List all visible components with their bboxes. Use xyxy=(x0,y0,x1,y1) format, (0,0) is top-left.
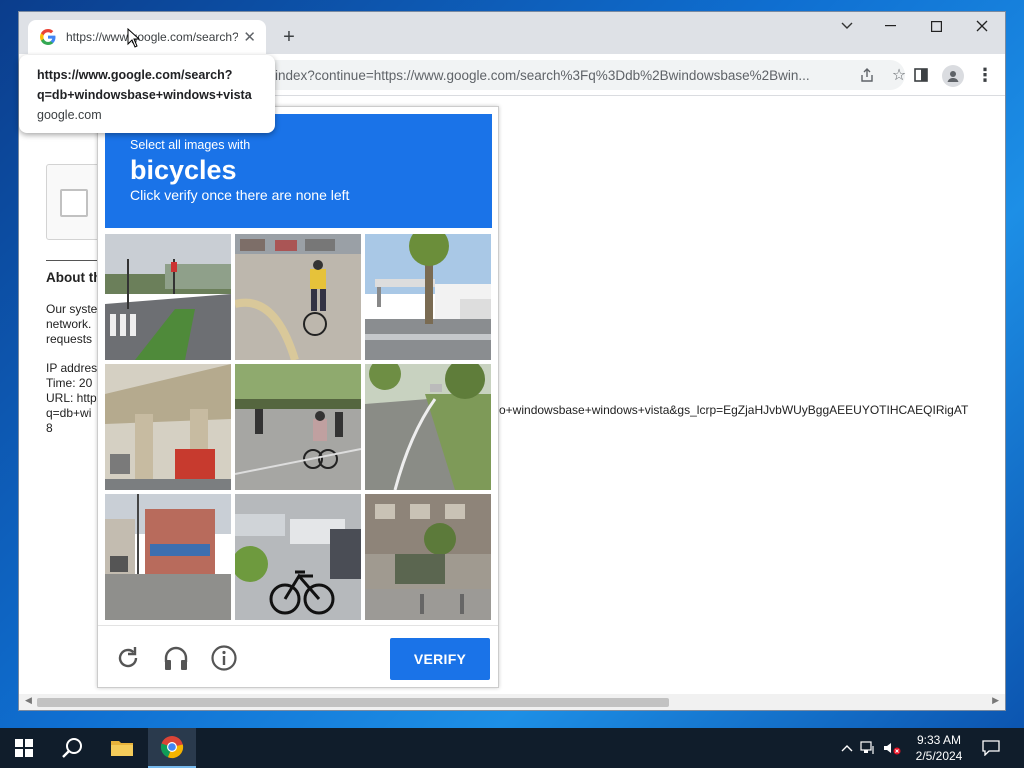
chrome-icon[interactable] xyxy=(148,728,196,768)
file-explorer-icon[interactable] xyxy=(98,728,146,768)
page-text-line: requests xyxy=(46,332,93,346)
divider xyxy=(46,260,104,261)
windows-start-icon[interactable] xyxy=(0,728,48,768)
scroll-right-icon[interactable]: ▶ xyxy=(992,695,999,706)
recaptcha-checkbox[interactable] xyxy=(60,189,88,217)
address-bar[interactable]: index?continue=https://www.google.com/se… xyxy=(219,60,906,90)
taskbar-clock[interactable]: 9:33 AM 2/5/2024 xyxy=(906,732,972,764)
headphones-icon[interactable] xyxy=(160,642,192,674)
reload-icon[interactable] xyxy=(112,642,144,674)
tab-search-icon[interactable] xyxy=(827,12,867,40)
network-icon[interactable] xyxy=(856,741,880,755)
share-icon[interactable] xyxy=(857,65,877,85)
mouse-cursor-icon xyxy=(127,27,141,53)
clock-time: 9:33 AM xyxy=(916,733,962,747)
bookmark-star-icon[interactable]: ☆ xyxy=(889,65,909,85)
page-text-line: Our syste xyxy=(46,302,98,316)
info-line: q=db+wi xyxy=(46,406,92,420)
volume-muted-icon[interactable] xyxy=(880,741,904,755)
captcha-footer: VERIFY xyxy=(98,625,498,689)
tooltip-url-line-1: https://www.google.com/search? xyxy=(37,68,233,82)
recaptcha-checkbox-widget xyxy=(46,164,104,240)
scroll-left-icon[interactable]: ◀ xyxy=(25,695,32,706)
title-bar: https://www.google.com/search?q=db+windo… xyxy=(19,12,1005,54)
captcha-tile-elevated-railway[interactable] xyxy=(105,364,231,490)
captcha-tile-building-with-trees[interactable] xyxy=(365,494,491,620)
minimize-button[interactable] xyxy=(867,12,913,40)
captcha-tile-parked-bicycle[interactable] xyxy=(235,494,361,620)
tooltip-url-line-2: q=db+windowsbase+windows+vista xyxy=(37,88,252,102)
captcha-tile-road-with-trees[interactable] xyxy=(365,364,491,490)
horizontal-scrollbar[interactable]: ◀ ▶ xyxy=(19,694,1005,710)
captcha-tile-cyclist-in-street[interactable] xyxy=(235,364,361,490)
tab-title: https://www.google.com/search?q=db+windo… xyxy=(66,30,238,44)
address-url: index?continue=https://www.google.com/se… xyxy=(275,67,810,83)
captcha-image-grid xyxy=(105,234,492,621)
side-panel-icon[interactable] xyxy=(911,65,931,85)
verify-button[interactable]: VERIFY xyxy=(390,638,490,680)
clock-date: 2/5/2024 xyxy=(915,749,963,763)
info-line: Time: 20 xyxy=(46,376,93,390)
captcha-tile-gas-station-trucks[interactable] xyxy=(365,234,491,360)
search-icon[interactable] xyxy=(48,728,96,768)
captcha-target: bicycles xyxy=(130,155,237,185)
system-tray xyxy=(838,728,904,768)
about-heading: About th xyxy=(46,270,102,285)
browser-menu-icon[interactable]: ⋮ xyxy=(975,65,995,85)
browser-tab[interactable]: https://www.google.com/search?q=db+windo… xyxy=(28,20,266,54)
info-icon[interactable] xyxy=(208,642,240,674)
tab-hover-tooltip: https://www.google.com/search? q=db+wind… xyxy=(19,55,275,133)
captcha-tile-city-street-shops[interactable] xyxy=(105,494,231,620)
taskbar: 9:33 AM 2/5/2024 xyxy=(0,728,1024,768)
window-controls xyxy=(827,12,1005,44)
tab-close-icon[interactable]: ✕ xyxy=(243,28,256,46)
google-g-icon xyxy=(40,29,56,45)
scrollbar-thumb[interactable] xyxy=(37,698,669,707)
info-line: 8 xyxy=(46,421,53,435)
close-window-button[interactable] xyxy=(959,12,1005,40)
new-tab-button[interactable]: + xyxy=(275,25,303,49)
show-hidden-icons-chevron-icon[interactable] xyxy=(838,744,856,752)
page-text-line: network. xyxy=(46,317,92,331)
url-text-tail: o+windowsbase+windows+vista&gs_lcrp=EgZj… xyxy=(499,403,969,417)
captcha-instruction: Select all images with xyxy=(130,138,251,152)
notifications-icon[interactable] xyxy=(978,736,1004,760)
info-line: URL: http xyxy=(46,391,97,405)
captcha-challenge-dialog: Select all images with bicycles Click ve… xyxy=(97,106,499,688)
captcha-note: Click verify once there are none left xyxy=(130,187,350,203)
profile-avatar-icon[interactable] xyxy=(942,65,964,87)
captcha-tile-cyclist-on-bike-path[interactable] xyxy=(235,234,361,360)
info-line: IP addres xyxy=(46,361,98,375)
tooltip-domain: google.com xyxy=(37,108,102,122)
captcha-tile-street-crosswalk[interactable] xyxy=(105,234,231,360)
maximize-button[interactable] xyxy=(913,12,959,40)
